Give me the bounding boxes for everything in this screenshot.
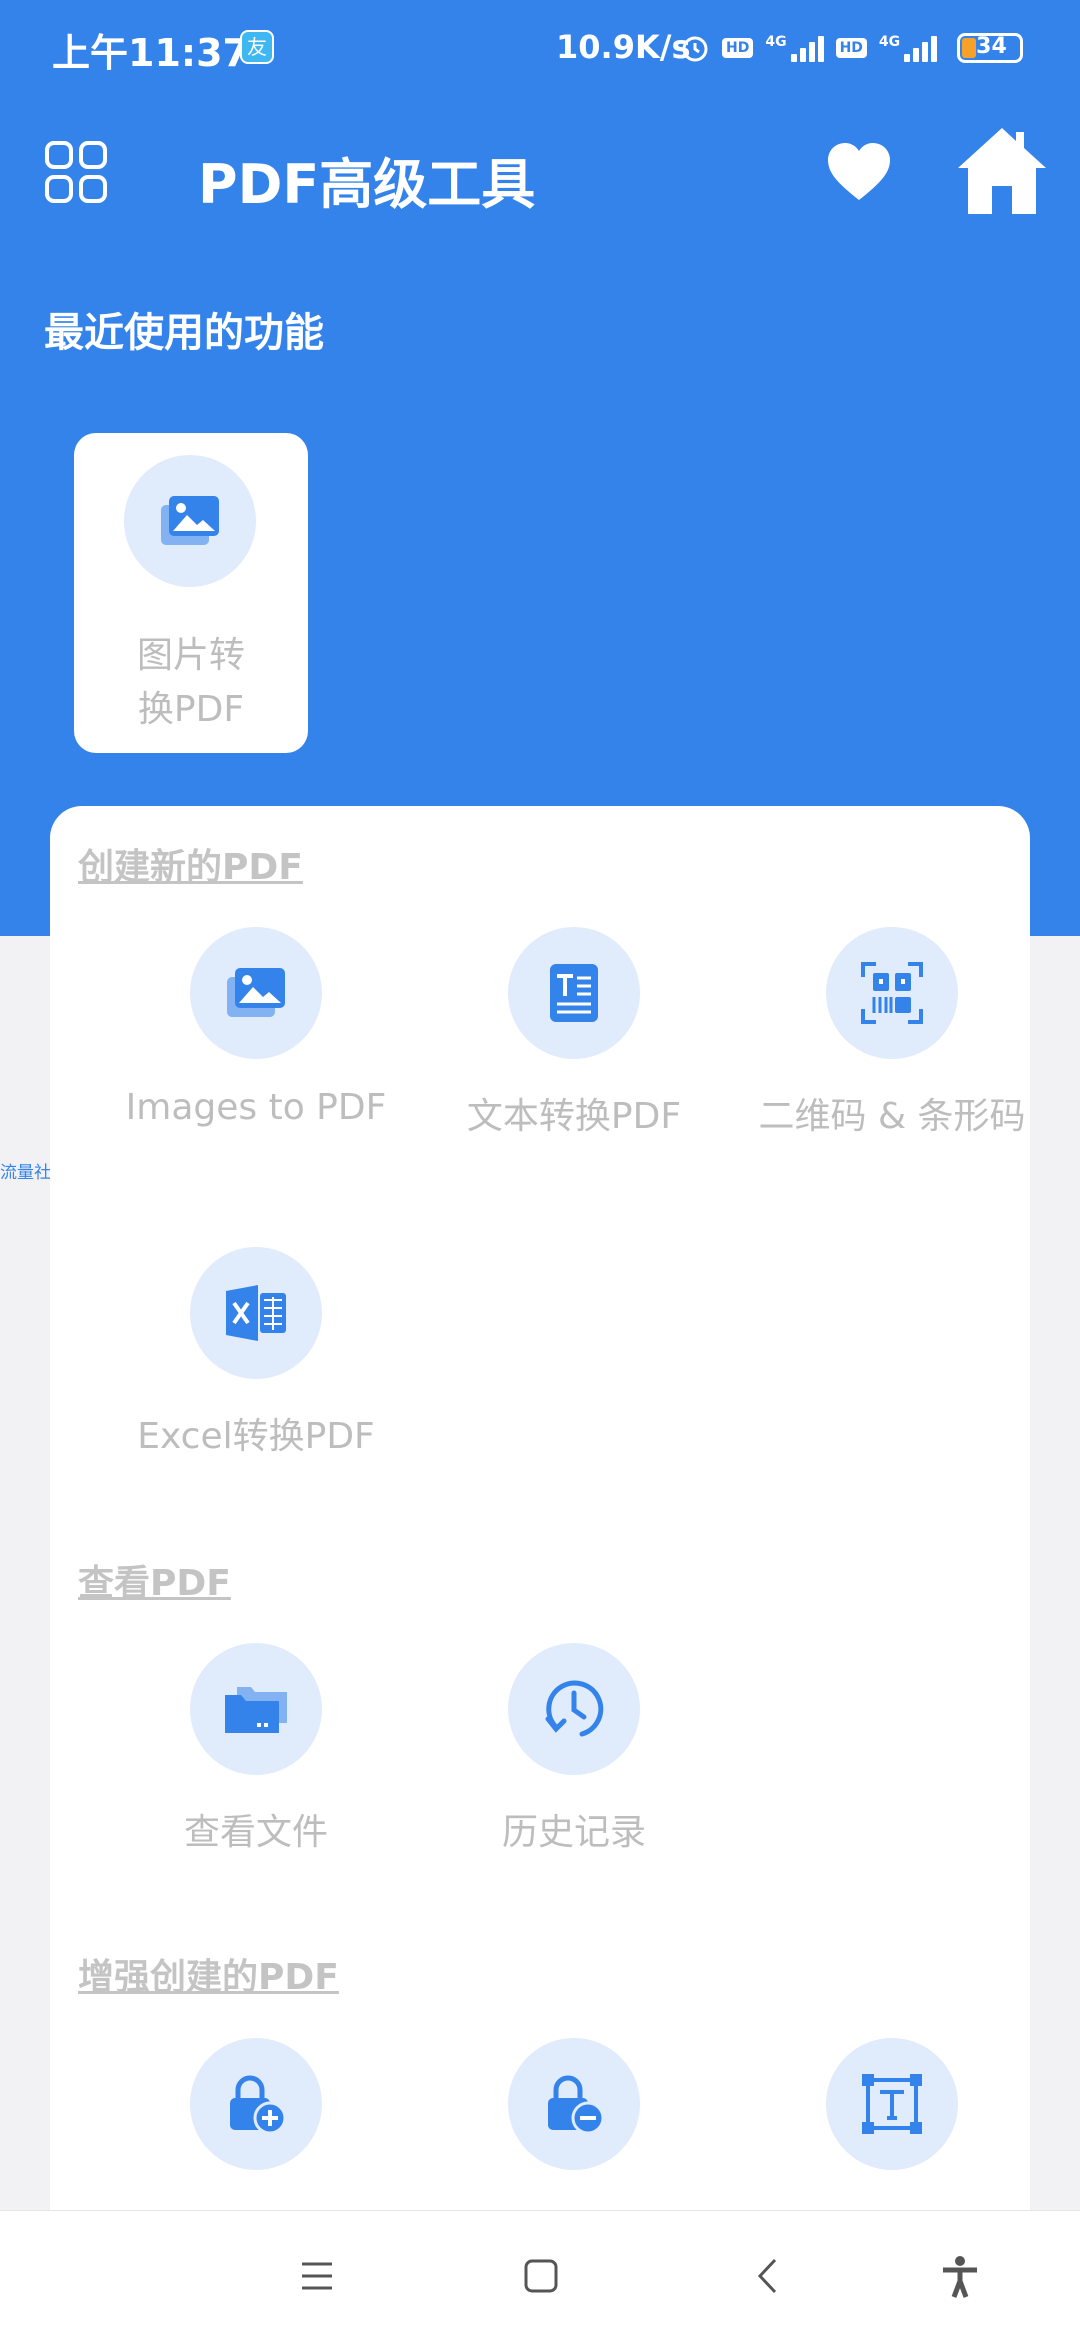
image-icon xyxy=(227,968,285,1017)
tool-icon-circle xyxy=(508,927,640,1059)
status-icons: HD 4G HD 4G 34 xyxy=(680,26,1024,70)
grid-icon[interactable] xyxy=(44,140,108,204)
tool-icon-circle xyxy=(190,1247,322,1379)
app-title: PDF高级工具 xyxy=(198,153,536,216)
status-bar: 上午11:37 友 10.9K/s HD 4G HD 4G 34 xyxy=(0,0,1080,96)
text-doc-icon xyxy=(550,964,598,1022)
tool-label: 二维码 & 条形码 xyxy=(758,1096,1026,1137)
history-icon xyxy=(545,1680,604,1737)
tool-history[interactable]: 历史记录 xyxy=(415,1643,733,1943)
section-title-create[interactable]: 创建新的PDF xyxy=(78,838,303,890)
tool-label: 查看文件 xyxy=(183,1812,328,1853)
heart-icon[interactable] xyxy=(826,140,892,206)
system-nav-bar xyxy=(0,2210,1080,2340)
hd-icon: HD xyxy=(722,38,754,58)
tool-images-to-pdf[interactable]: Images to PDF xyxy=(97,927,415,1227)
battery-icon: 34 xyxy=(957,33,1024,63)
tool-icon-circle xyxy=(826,2038,958,2170)
qr-code-icon xyxy=(861,962,923,1024)
signal-icon: 4G xyxy=(765,34,824,62)
battery-level: 34 xyxy=(976,34,1007,59)
excel-icon xyxy=(226,1285,286,1341)
tool-icon-circle xyxy=(190,1643,322,1775)
tool-excel-to-pdf[interactable]: Excel转换PDF xyxy=(97,1247,415,1547)
text-frame-icon xyxy=(862,2074,922,2134)
signal-icon-2: 4G xyxy=(879,34,938,62)
lock-remove-icon xyxy=(548,2075,605,2135)
hd-icon-2: HD xyxy=(835,38,867,58)
menu-icon[interactable] xyxy=(300,2261,334,2291)
accessibility-icon[interactable] xyxy=(940,2255,980,2299)
tool-view-files[interactable]: 查看文件 xyxy=(97,1643,415,1943)
tools-card: 创建新的PDF Images to PDF 文本转换PDF 二维码 & 条形码 … xyxy=(50,806,1030,2340)
home-square-icon[interactable] xyxy=(524,2259,558,2293)
tool-label: Images to PDF xyxy=(125,1087,387,1128)
tool-icon-circle xyxy=(190,927,322,1059)
tool-qr-barcode[interactable]: 二维码 & 条形码 xyxy=(733,927,1051,1227)
tool-icon-circle xyxy=(190,2038,322,2170)
back-icon[interactable] xyxy=(756,2257,778,2295)
tool-icon-circle xyxy=(508,1643,640,1775)
tool-label: 历史记录 xyxy=(501,1812,646,1853)
lock-add-icon xyxy=(230,2075,287,2135)
folder-icon xyxy=(225,1687,287,1733)
home-icon[interactable] xyxy=(956,124,1048,218)
section-title-enhance[interactable]: 增强创建的PDF xyxy=(78,1948,339,2000)
alarm-icon xyxy=(682,36,708,62)
tool-icon-circle xyxy=(508,2038,640,2170)
tool-label: Excel转换PDF xyxy=(137,1416,375,1457)
status-time: 上午11:37 xyxy=(52,31,249,75)
app-notification-icon: 友 xyxy=(240,30,274,64)
tool-icon-circle xyxy=(826,927,958,1059)
section-title-view[interactable]: 查看PDF xyxy=(78,1554,231,1606)
tool-label: 文本转换PDF xyxy=(466,1096,682,1137)
image-icon xyxy=(161,496,219,545)
recent-item-label: 图片转 换PDF xyxy=(136,635,245,730)
recent-section-title: 最近使用的功能 xyxy=(44,310,324,356)
network-speed: 10.9K/s xyxy=(556,28,691,66)
recent-item-image-to-pdf[interactable]: 图片转 换PDF xyxy=(74,433,308,753)
image-icon-circle xyxy=(124,455,256,587)
tool-text-to-pdf[interactable]: 文本转换PDF xyxy=(415,927,733,1227)
